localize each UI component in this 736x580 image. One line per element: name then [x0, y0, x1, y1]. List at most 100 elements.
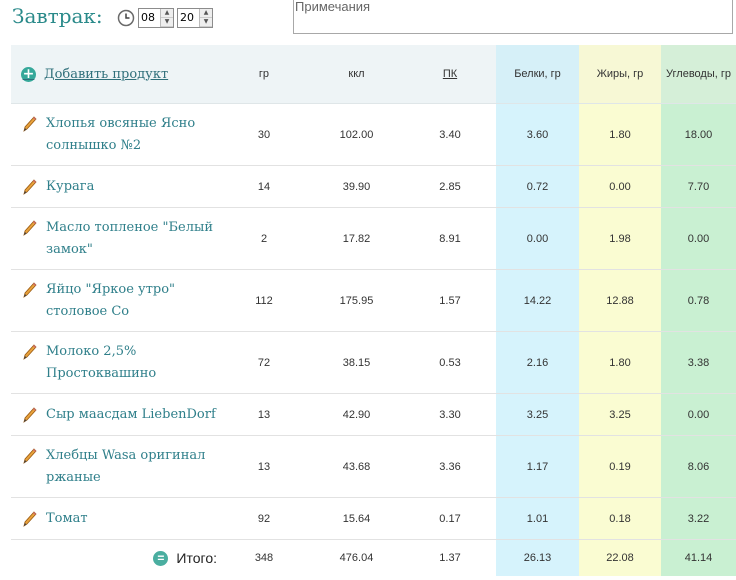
total-row: = Итого: 348 476.04 1.37 26.13 22.08 41.… [11, 539, 736, 577]
pencil-icon[interactable] [23, 510, 37, 527]
cell-pk: 1.57 [404, 269, 496, 332]
header-fat: Жиры, гр [579, 45, 661, 104]
cell-carbs: 0.00 [661, 393, 736, 436]
notes-field[interactable]: Примечания [293, 0, 733, 34]
cell-pk: 3.36 [404, 435, 496, 498]
product-name[interactable]: Томат [46, 508, 88, 530]
cell-protein: 2.16 [496, 331, 579, 394]
table-row: Томат 92 15.64 0.17 1.01 0.18 3.22 [11, 497, 736, 540]
cell-carbs: 0.00 [661, 207, 736, 270]
total-label-cell: = Итого: [11, 540, 219, 577]
cell-kcal: 43.68 [309, 435, 404, 498]
product-name[interactable]: Масло топленое "Белый замок" [46, 217, 219, 261]
pencil-icon[interactable] [23, 447, 37, 464]
product-name-cell: Хлебцы Wasa оригинал ржаные [11, 435, 219, 498]
total-label: Итого: [176, 550, 217, 566]
product-name-cell: Сыр маасдам LiebenDorf [11, 393, 219, 436]
product-name-cell: Хлопья овсяные Ясно солнышко №2 [11, 103, 219, 166]
cell-carbs: 18.00 [661, 103, 736, 166]
hours-stepper[interactable]: 08 ▲ ▼ [138, 8, 174, 28]
clock-icon [117, 9, 135, 27]
hours-value[interactable]: 08 [139, 9, 160, 27]
pencil-icon[interactable] [23, 406, 37, 423]
header-pk-label[interactable]: ПК [443, 68, 457, 80]
table-row: Яйцо "Яркое утро" столовое Со 112 175.95 1.… [11, 269, 736, 332]
cell-gr: 92 [219, 497, 309, 540]
pencil-icon[interactable] [23, 281, 37, 298]
product-name[interactable]: Молоко 2,5% Простоквашино [46, 341, 219, 385]
cell-kcal: 39.90 [309, 165, 404, 208]
cell-gr: 112 [219, 269, 309, 332]
cell-kcal: 15.64 [309, 497, 404, 540]
total-gr: 348 [254, 552, 274, 564]
cell-carbs: 8.06 [661, 435, 736, 498]
cell-gr: 13 [219, 393, 309, 436]
minutes-value[interactable]: 20 [178, 9, 199, 27]
cell-protein: 1.17 [496, 435, 579, 498]
total-protein: 26.13 [496, 539, 579, 576]
pencil-icon[interactable] [23, 178, 37, 195]
product-name-cell: Масло топленое "Белый замок" [11, 207, 219, 270]
time-picker: 08 ▲ ▼ 20 ▲ ▼ [117, 7, 216, 29]
cell-gr: 72 [219, 331, 309, 394]
product-name[interactable]: Курага [46, 176, 94, 198]
total-kcal: 476.04 [339, 552, 374, 564]
cell-fat: 3.25 [579, 393, 661, 436]
minutes-stepper[interactable]: 20 ▲ ▼ [177, 8, 213, 28]
total-fat: 22.08 [579, 539, 661, 576]
cell-kcal: 38.15 [309, 331, 404, 394]
cell-pk: 3.30 [404, 393, 496, 436]
header-pk[interactable]: ПК [404, 45, 496, 104]
cell-protein: 3.60 [496, 103, 579, 166]
add-product-cell: + Добавить продукт [11, 45, 219, 104]
pencil-icon[interactable] [23, 115, 37, 132]
cell-kcal: 102.00 [309, 103, 404, 166]
cell-protein: 1.01 [496, 497, 579, 540]
cell-fat: 12.88 [579, 269, 661, 332]
add-product-label[interactable]: Добавить продукт [44, 67, 168, 82]
header-kcal: ккл [309, 45, 404, 104]
cell-kcal: 17.82 [309, 207, 404, 270]
total-carbs: 41.14 [661, 539, 736, 576]
cell-gr: 13 [219, 435, 309, 498]
table-header-row: + Добавить продукт гр ккл ПК Белки, гр Ж… [11, 45, 736, 104]
plus-icon[interactable]: + [21, 66, 36, 82]
product-name-cell: Томат [11, 497, 219, 540]
cell-fat: 0.00 [579, 165, 661, 208]
table-row: Масло топленое "Белый замок" 2 17.82 8.91 0.… [11, 207, 736, 270]
product-name[interactable]: Сыр маасдам LiebenDorf [46, 404, 216, 426]
table-row: Сыр маасдам LiebenDorf 13 42.90 3.30 3.25 3.2… [11, 393, 736, 436]
table-row: Молоко 2,5% Простоквашино 72 38.15 0.53 2.16… [11, 331, 736, 394]
pencil-icon[interactable] [23, 219, 37, 236]
header-carbs: Углеводы, гр [661, 45, 736, 104]
cell-carbs: 7.70 [661, 165, 736, 208]
minutes-down-icon[interactable]: ▼ [200, 18, 212, 27]
meal-table: + Добавить продукт гр ккл ПК Белки, гр Ж… [11, 45, 736, 576]
cell-gr: 14 [219, 165, 309, 208]
cell-fat: 0.18 [579, 497, 661, 540]
cell-fat: 1.98 [579, 207, 661, 270]
cell-kcal: 42.90 [309, 393, 404, 436]
table-row: Курага 14 39.90 2.85 0.72 0.00 7.70 [11, 165, 736, 208]
cell-gr: 2 [219, 207, 309, 270]
pencil-icon[interactable] [23, 343, 37, 360]
hours-down-icon[interactable]: ▼ [161, 18, 173, 27]
product-name[interactable]: Хлебцы Wasa оригинал ржаные [46, 445, 219, 489]
cell-pk: 0.17 [404, 497, 496, 540]
product-name-cell: Курага [11, 165, 219, 208]
cell-protein: 0.00 [496, 207, 579, 270]
hours-up-icon[interactable]: ▲ [161, 9, 173, 18]
cell-pk: 8.91 [404, 207, 496, 270]
cell-pk: 0.53 [404, 331, 496, 394]
header-protein: Белки, гр [496, 45, 579, 104]
minutes-up-icon[interactable]: ▲ [200, 9, 212, 18]
product-name[interactable]: Хлопья овсяные Ясно солнышко №2 [46, 113, 219, 157]
cell-protein: 14.22 [496, 269, 579, 332]
product-name[interactable]: Яйцо "Яркое утро" столовое Со [46, 279, 219, 323]
add-product-link[interactable]: + Добавить продукт [21, 66, 168, 82]
product-name-cell: Молоко 2,5% Простоквашино [11, 331, 219, 394]
total-pk: 1.37 [439, 552, 461, 564]
equals-icon: = [153, 550, 169, 566]
cell-pk: 2.85 [404, 165, 496, 208]
cell-fat: 1.80 [579, 103, 661, 166]
